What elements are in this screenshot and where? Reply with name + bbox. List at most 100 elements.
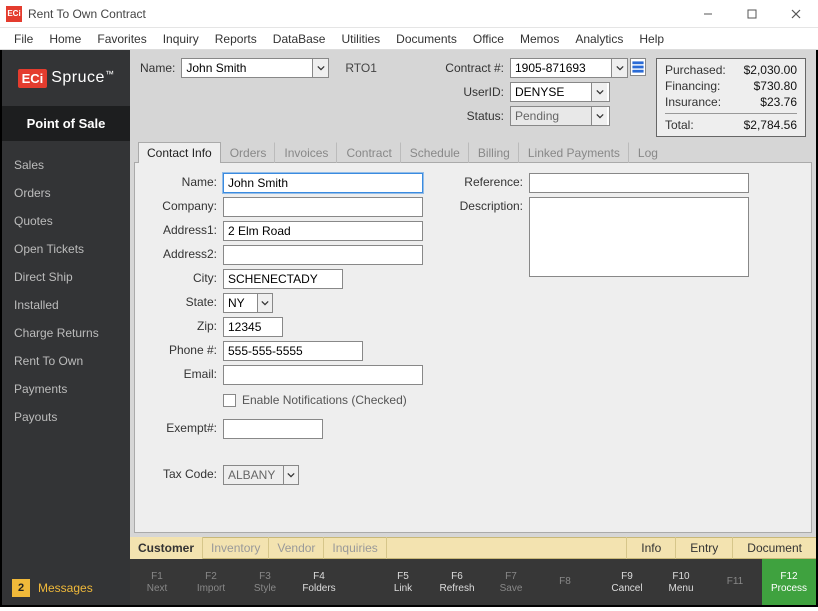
menu-help[interactable]: Help (631, 30, 672, 48)
userid-combo[interactable] (510, 82, 610, 102)
contract-label: Contract #: (445, 61, 504, 75)
address2-field[interactable] (223, 245, 423, 265)
menu-home[interactable]: Home (41, 30, 89, 48)
maximize-button[interactable] (730, 0, 774, 28)
fkey-f6[interactable]: F6Refresh (430, 559, 484, 605)
fkey-f9[interactable]: F9Cancel (600, 559, 654, 605)
status-combo[interactable] (510, 106, 610, 126)
tab-strip: Contact InfoOrdersInvoicesContractSchedu… (134, 141, 812, 163)
phone-field[interactable] (223, 341, 363, 361)
sidebar-item-quotes[interactable]: Quotes (2, 207, 130, 235)
taxcode-field (223, 465, 283, 485)
messages-badge: 2 (12, 579, 30, 597)
menu-reports[interactable]: Reports (207, 30, 265, 48)
total-label: Total: (665, 118, 730, 132)
company-field[interactable] (223, 197, 423, 217)
menu-documents[interactable]: Documents (388, 30, 465, 48)
label-email: Email: (147, 365, 217, 385)
contract-combo[interactable] (510, 58, 628, 78)
sidebar-item-rent-to-own[interactable]: Rent To Own (2, 347, 130, 375)
tab-invoices[interactable]: Invoices (275, 142, 337, 163)
name-combo[interactable] (181, 58, 329, 78)
checkbox-icon[interactable] (223, 394, 236, 407)
city-field[interactable] (223, 269, 343, 289)
enable-notifications-row[interactable]: Enable Notifications (Checked) (223, 389, 423, 415)
bottom-tab-customer[interactable]: Customer (130, 537, 203, 559)
contract-input[interactable] (511, 59, 611, 77)
tab-contact-info[interactable]: Contact Info (138, 142, 221, 163)
fkey-f12[interactable]: F12Process (762, 559, 816, 605)
label-taxcode: Tax Code: (147, 465, 217, 485)
menu-favorites[interactable]: Favorites (89, 30, 154, 48)
menu-inquiry[interactable]: Inquiry (155, 30, 207, 48)
exempt-field[interactable] (223, 419, 323, 439)
fkey-f8: F8 (538, 559, 592, 605)
zip-field[interactable] (223, 317, 283, 337)
tab-orders[interactable]: Orders (221, 142, 276, 163)
tab-log[interactable]: Log (629, 142, 667, 163)
email-field[interactable] (223, 365, 423, 385)
taxcode-combo[interactable] (223, 465, 423, 485)
bottom-link-entry[interactable]: Entry (675, 537, 732, 559)
chevron-down-icon[interactable] (591, 107, 607, 125)
chevron-down-icon[interactable] (611, 59, 627, 77)
label-address2: Address2: (147, 245, 217, 265)
bottom-tabbar: CustomerInventoryVendorInquiries InfoEnt… (130, 537, 816, 559)
label-city: City: (147, 269, 217, 289)
fkey-f4[interactable]: F4Folders (292, 559, 346, 605)
label-address1: Address1: (147, 221, 217, 241)
tab-linked-payments[interactable]: Linked Payments (519, 142, 629, 163)
sidebar-item-open-tickets[interactable]: Open Tickets (2, 235, 130, 263)
tab-schedule[interactable]: Schedule (401, 142, 469, 163)
header-code: RTO1 (345, 61, 377, 75)
menu-memos[interactable]: Memos (512, 30, 567, 48)
reference-field[interactable] (529, 173, 749, 193)
sidebar-item-payments[interactable]: Payments (2, 375, 130, 403)
fkey-f10[interactable]: F10Menu (654, 559, 708, 605)
tab-contract[interactable]: Contract (337, 142, 400, 163)
enable-notifications-label: Enable Notifications (Checked) (242, 393, 407, 407)
fkey-f5[interactable]: F5Link (376, 559, 430, 605)
name-label: Name: (140, 61, 175, 75)
label-phone: Phone #: (147, 341, 217, 361)
tab-billing[interactable]: Billing (469, 142, 519, 163)
userid-label: UserID: (445, 85, 504, 99)
name-combo-input[interactable] (182, 59, 312, 77)
description-field[interactable] (529, 197, 749, 277)
menu-file[interactable]: File (6, 30, 41, 48)
sidebar-item-orders[interactable]: Orders (2, 179, 130, 207)
name-field[interactable] (223, 173, 423, 193)
bottom-link-info[interactable]: Info (626, 537, 675, 559)
sidebar-item-direct-ship[interactable]: Direct Ship (2, 263, 130, 291)
bottom-tab-inquiries[interactable]: Inquiries (324, 537, 386, 559)
state-combo[interactable] (223, 293, 423, 313)
list-icon[interactable] (630, 58, 646, 76)
chevron-down-icon[interactable] (312, 59, 328, 77)
userid-input[interactable] (511, 83, 591, 101)
sidebar-item-sales[interactable]: Sales (2, 151, 130, 179)
sidebar-item-charge-returns[interactable]: Charge Returns (2, 319, 130, 347)
insurance-label: Insurance: (665, 95, 730, 109)
close-button[interactable] (774, 0, 818, 28)
chevron-down-icon[interactable] (283, 465, 299, 485)
fkey-f11: F11 (708, 559, 762, 605)
label-reference: Reference: (453, 173, 523, 193)
bottom-link-document[interactable]: Document (732, 537, 816, 559)
bottom-tab-inventory[interactable]: Inventory (203, 537, 269, 559)
form-pane: Name: Company: Address1: Address2: City:… (134, 163, 812, 533)
sidebar-messages[interactable]: 2 Messages (2, 571, 130, 605)
bottom-tab-vendor[interactable]: Vendor (269, 537, 324, 559)
address1-field[interactable] (223, 221, 423, 241)
minimize-button[interactable] (686, 0, 730, 28)
chevron-down-icon[interactable] (257, 293, 273, 313)
insurance-value: $23.76 (740, 95, 797, 109)
menu-analytics[interactable]: Analytics (567, 30, 631, 48)
sidebar-item-payouts[interactable]: Payouts (2, 403, 130, 431)
menu-utilities[interactable]: Utilities (333, 30, 388, 48)
menu-database[interactable]: DataBase (265, 30, 334, 48)
logo-eci: ECi (18, 69, 48, 88)
menu-office[interactable]: Office (465, 30, 512, 48)
sidebar-item-installed[interactable]: Installed (2, 291, 130, 319)
state-field[interactable] (223, 293, 257, 313)
chevron-down-icon[interactable] (591, 83, 607, 101)
